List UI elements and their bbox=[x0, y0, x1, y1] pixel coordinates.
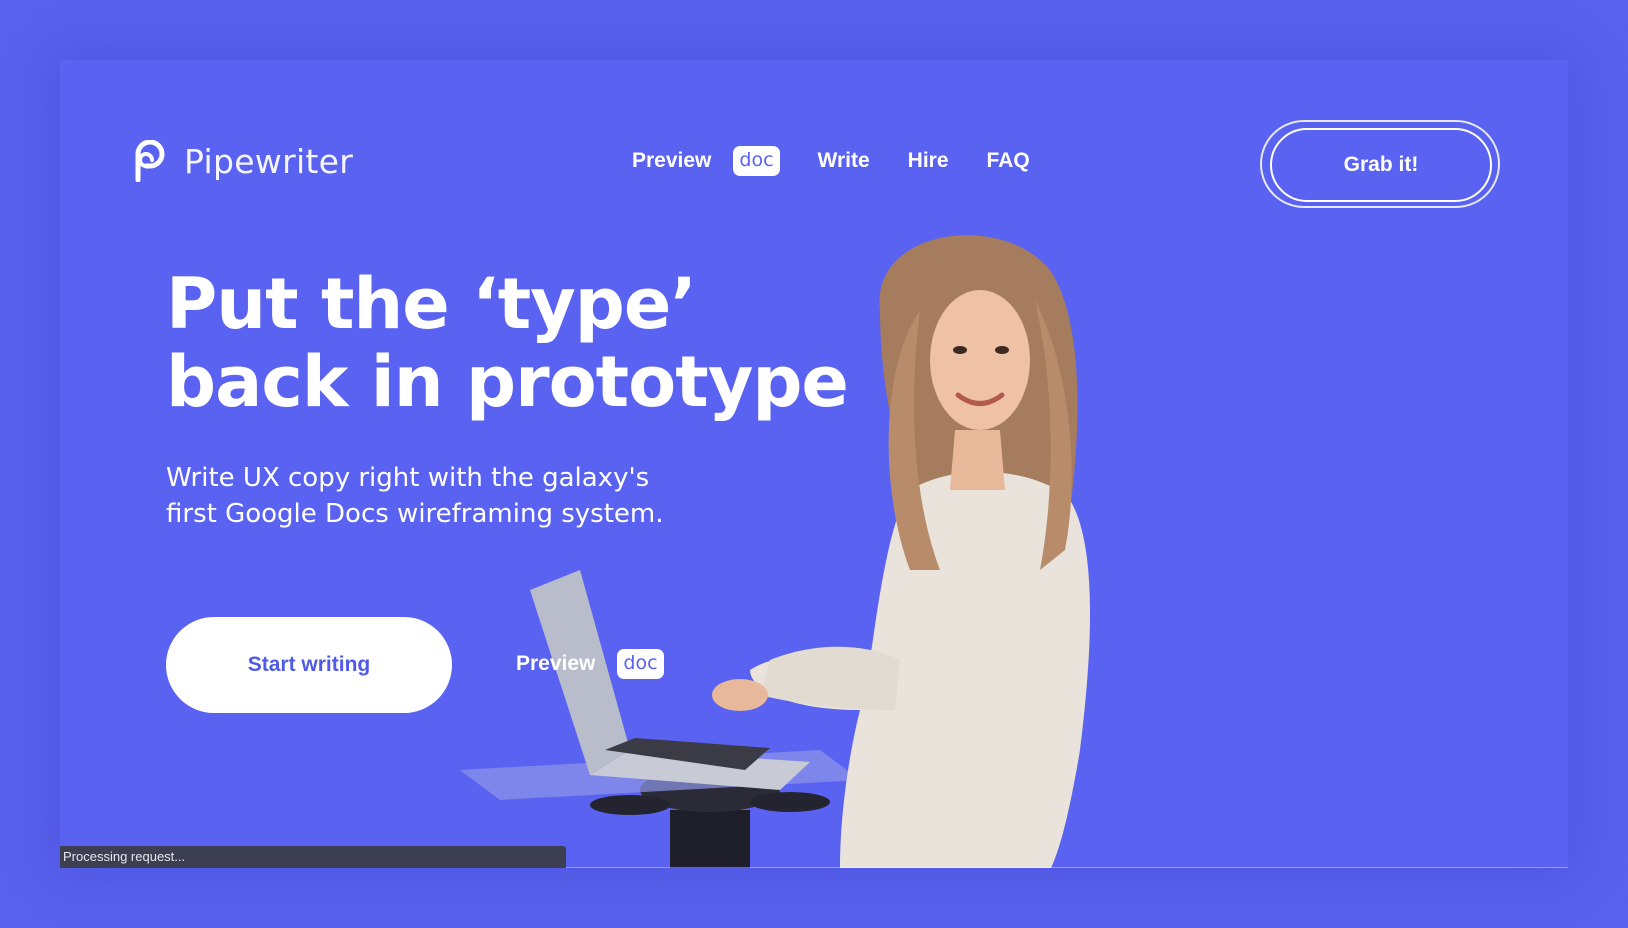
woman-eye-left bbox=[953, 346, 967, 354]
nav-doc-badge[interactable]: doc bbox=[733, 146, 780, 176]
landing-page: Pipewriter Preview doc Write Hire FAQ Gr… bbox=[60, 60, 1568, 868]
woman-eye-right bbox=[995, 346, 1009, 354]
brand-name: Pipewriter bbox=[184, 141, 354, 181]
grab-it-cta: Grab it! bbox=[1260, 120, 1504, 212]
woman-arm bbox=[760, 646, 900, 710]
hero-subheading-line1: Write UX copy right with the galaxy's bbox=[166, 463, 650, 493]
hero-doc-badge: doc bbox=[617, 649, 664, 679]
nav-write-link[interactable]: Write bbox=[818, 149, 870, 173]
brand-logo[interactable]: Pipewriter bbox=[130, 140, 353, 182]
pipewriter-logo-icon bbox=[135, 140, 165, 182]
grab-it-button[interactable]: Grab it! bbox=[1270, 128, 1492, 202]
nav-faq-link[interactable]: FAQ bbox=[987, 149, 1030, 173]
woman-neck bbox=[950, 430, 1005, 490]
main-nav: Preview doc Write Hire FAQ bbox=[632, 144, 1030, 178]
hero-preview-doc-link[interactable]: Preview doc bbox=[516, 649, 664, 679]
hero-headline-line2: back in prototype bbox=[166, 341, 849, 423]
nav-preview-link[interactable]: Preview bbox=[632, 149, 711, 173]
hero-subheading: Write UX copy right with the galaxy's fi… bbox=[166, 460, 726, 532]
hero-headline: Put the ‘type’ back in prototype bbox=[166, 265, 886, 421]
hero-subheading-line2: first Google Docs wireframing system. bbox=[166, 499, 664, 529]
start-writing-button[interactable]: Start writing bbox=[166, 617, 452, 713]
nav-hire-link[interactable]: Hire bbox=[908, 149, 949, 173]
hero-preview-label: Preview bbox=[516, 652, 596, 675]
woman-hand bbox=[712, 679, 768, 711]
woman-face bbox=[930, 290, 1030, 430]
browser-status-bar: Processing request... bbox=[60, 846, 566, 868]
hero-headline-line1: Put the ‘type’ bbox=[166, 263, 697, 345]
page-bottom-divider bbox=[566, 867, 1568, 868]
